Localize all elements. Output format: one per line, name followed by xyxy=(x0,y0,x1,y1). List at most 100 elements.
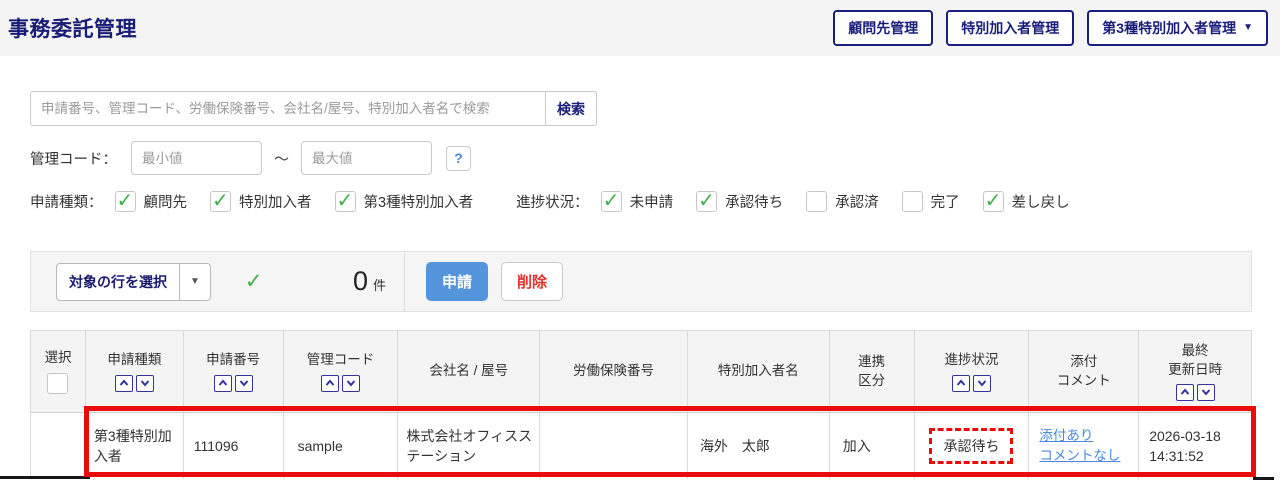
search-button[interactable]: 検索 xyxy=(545,91,597,126)
cell-company-name: 株式会社オフィスステーション xyxy=(398,413,541,479)
filter-status-approved: 承認済 xyxy=(806,191,879,212)
checkbox-pending[interactable] xyxy=(696,188,718,213)
row-select-label: 対象の行を選択 xyxy=(69,273,167,290)
chevron-down-icon: ▼ xyxy=(179,263,210,300)
advisor-management-label: 顧問先管理 xyxy=(848,20,919,36)
checkbox-returned[interactable] xyxy=(982,188,1004,213)
selected-count-value: 0 xyxy=(352,266,368,296)
table-header-row: 選択 申請種類 申請番号 管理コード 会社名 / 屋号 労働保険番号 特別加入者… xyxy=(31,331,1251,413)
header-select: 選択 xyxy=(31,331,86,412)
updated-time: 14:31:52 xyxy=(1149,448,1204,464)
sort-asc-icon[interactable] xyxy=(213,374,232,392)
type3-special-member-management-button[interactable]: 第3種特別加入者管理 ▼ xyxy=(1087,10,1268,46)
header-last-updated: 最終 更新日時 xyxy=(1139,331,1251,412)
checkbox-special-member-label: 特別加入者 xyxy=(239,195,312,211)
header-insurance-no: 労働保険番号 xyxy=(540,331,688,412)
checkbox-done-label: 完了 xyxy=(930,195,960,211)
range-separator: ～ xyxy=(274,150,290,168)
checkbox-returned-label: 差し戻し xyxy=(1011,195,1070,211)
header-attachment-comment: 添付 コメント xyxy=(1029,331,1140,412)
header-select-label: 選択 xyxy=(44,350,72,366)
filter-status-done: 完了 xyxy=(901,191,960,212)
header-member-name-label: 特別加入者名 xyxy=(717,363,799,379)
attachment-link[interactable]: 添付あり xyxy=(1039,426,1093,446)
selected-count: 0 件 xyxy=(353,266,386,297)
header-application-no-label: 申請番号 xyxy=(206,352,261,368)
checkbox-unapplied-label: 未申請 xyxy=(629,195,674,211)
header-company-name-label: 会社名 / 屋号 xyxy=(429,363,509,379)
header-company-name: 会社名 / 屋号 xyxy=(398,331,541,412)
header-management-code-label: 管理コード xyxy=(306,352,375,368)
header-application-type-label: 申請種類 xyxy=(107,352,162,368)
advisor-management-button[interactable]: 顧問先管理 xyxy=(833,10,934,46)
sort-desc-icon[interactable] xyxy=(972,374,991,392)
search-input[interactable] xyxy=(30,91,546,126)
top-band: 事務委託管理 顧問先管理 特別加入者管理 第3種特別加入者管理 ▼ xyxy=(0,0,1280,56)
header-nav-buttons: 顧問先管理 特別加入者管理 第3種特別加入者管理 ▼ xyxy=(833,10,1268,46)
sort-asc-icon[interactable] xyxy=(321,374,339,392)
sort-asc-icon[interactable] xyxy=(951,374,970,392)
sort-desc-icon[interactable] xyxy=(135,374,154,392)
code-range-label: 管理コード： xyxy=(30,151,117,168)
code-min-input[interactable] xyxy=(131,141,262,175)
type3-special-member-management-label: 第3種特別加入者管理 xyxy=(1102,20,1237,36)
select-all-checkbox[interactable] xyxy=(47,372,69,394)
header-insurance-no-label: 労働保険番号 xyxy=(573,363,655,379)
sort-desc-icon[interactable] xyxy=(342,374,360,392)
filter-status-returned: 差し戻し xyxy=(982,188,1070,213)
checkbox-advisor-label: 顧問先 xyxy=(143,195,188,211)
check-icon: ✓ xyxy=(244,270,263,293)
cell-progress-status: 承認待ち xyxy=(914,413,1030,479)
header-attachment-comment-label: 添付 コメント xyxy=(1056,354,1111,388)
cell-application-no: 111096 xyxy=(183,413,284,479)
apply-button[interactable]: 申請 xyxy=(426,262,489,301)
delete-button[interactable]: 削除 xyxy=(501,262,564,301)
help-icon[interactable]: ? xyxy=(446,145,472,171)
cell-select[interactable] xyxy=(31,413,86,479)
header-link-type: 連携 区分 xyxy=(830,331,915,412)
header-link-type-label: 連携 区分 xyxy=(858,354,886,388)
sort-desc-icon[interactable] xyxy=(1196,383,1215,401)
cell-insurance-no xyxy=(540,413,688,479)
row-select-dropdown[interactable]: 対象の行を選択 ▼ xyxy=(56,262,211,301)
special-member-management-label: 特別加入者管理 xyxy=(961,20,1060,36)
filter-row: 申請種類： 顧問先 特別加入者 第3種特別加入者 進捗状況： 未申請 承認待ち … xyxy=(30,188,1093,213)
delegation-table: 選択 申請種類 申請番号 管理コード 会社名 / 屋号 労働保険番号 特別加入者… xyxy=(30,330,1252,479)
code-max-input[interactable] xyxy=(301,141,433,175)
cell-attachment-comment: 添付あり コメントなし xyxy=(1029,413,1140,479)
filter-status-pending: 承認待ち xyxy=(696,188,784,213)
header-application-no: 申請番号 xyxy=(184,331,284,412)
app-screen: 事務委託管理 顧問先管理 特別加入者管理 第3種特別加入者管理 ▼ 検索 管理コ… xyxy=(0,0,1280,482)
checkbox-unapplied[interactable] xyxy=(600,188,622,213)
sort-asc-icon[interactable] xyxy=(114,374,133,392)
status-badge: 承認待ち xyxy=(929,427,1014,465)
comment-link[interactable]: コメントなし xyxy=(1039,446,1120,466)
checkbox-approved-label: 承認済 xyxy=(835,195,879,211)
sort-asc-icon[interactable] xyxy=(1175,383,1194,401)
cell-last-updated: 2026-03-18 14:31:52 xyxy=(1139,413,1252,479)
action-bar-left: 対象の行を選択 ▼ ✓ 0 件 xyxy=(31,252,405,311)
cell-application-type: 第3種特別加入者 xyxy=(85,413,184,479)
header-member-name: 特別加入者名 xyxy=(688,331,830,412)
chevron-down-icon: ▼ xyxy=(1243,22,1253,33)
special-member-management-button[interactable]: 特別加入者管理 xyxy=(946,10,1075,46)
header-management-code: 管理コード xyxy=(284,331,399,412)
sort-desc-icon[interactable] xyxy=(234,374,253,392)
table-bottom-edge-left xyxy=(0,476,90,479)
search-row: 検索 xyxy=(30,91,597,126)
type-filter-label: 申請種類： xyxy=(30,195,103,211)
checkbox-done[interactable] xyxy=(901,191,923,212)
checkbox-approved[interactable] xyxy=(806,191,828,212)
filter-type-special-member: 特別加入者 xyxy=(210,188,312,213)
action-bar: 対象の行を選択 ▼ ✓ 0 件 申請 削除 xyxy=(30,251,1252,312)
code-range-row: 管理コード： ～ ? xyxy=(30,141,472,175)
checkbox-special-member[interactable] xyxy=(210,188,231,213)
checkbox-type3-member[interactable] xyxy=(334,188,356,213)
table-row: 第3種特別加入者 111096 sample 株式会社オフィスステーション 海外… xyxy=(31,413,1252,479)
header-application-type: 申請種類 xyxy=(86,331,184,412)
checkbox-pending-label: 承認待ち xyxy=(725,195,784,211)
table-bottom-edge-right xyxy=(1253,477,1274,480)
cell-member-name: 海外 太郎 xyxy=(687,413,830,479)
checkbox-advisor[interactable] xyxy=(114,188,136,213)
filter-type-type3-member: 第3種特別加入者 xyxy=(334,188,473,213)
